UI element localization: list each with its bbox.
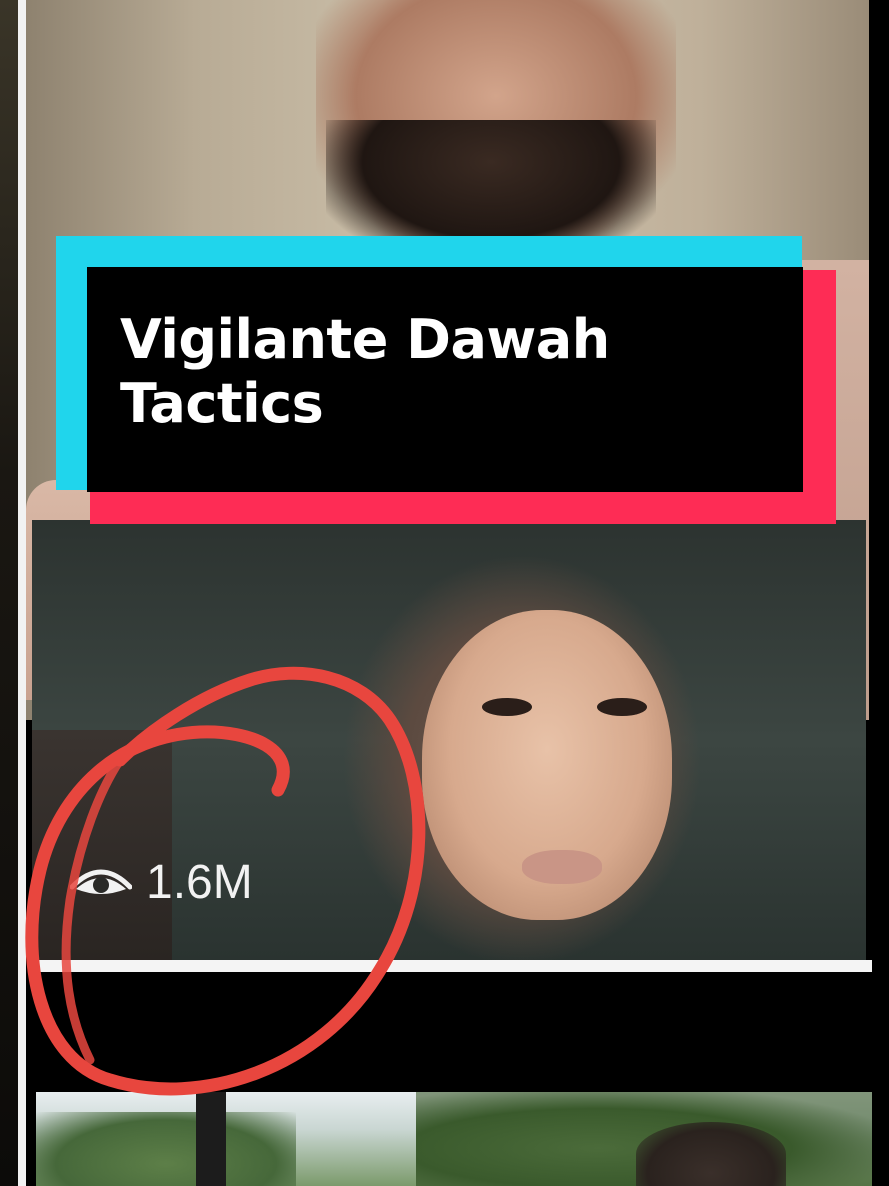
lips	[522, 850, 602, 884]
left-eye	[482, 698, 532, 716]
person-head	[636, 1122, 786, 1186]
video-title-line-1: Vigilante Dawah	[120, 308, 610, 371]
lamp-pole	[196, 1092, 226, 1186]
title-card: Vigilante Dawah Tactics	[56, 236, 836, 524]
divider-line	[32, 960, 872, 972]
view-count-label: 1.6M	[146, 856, 253, 909]
left-border	[18, 0, 26, 1186]
bottom-video-clip	[36, 1092, 872, 1186]
video-title: Vigilante Dawah Tactics	[120, 308, 760, 436]
right-eye	[597, 698, 647, 716]
eye-icon	[70, 869, 132, 894]
video-frame	[0, 0, 889, 1186]
thumbnail-left-panel	[32, 730, 172, 960]
black-band	[32, 972, 872, 1092]
view-count: 1.6M	[70, 855, 253, 910]
video-title-line-2: Tactics	[120, 372, 324, 435]
trees-left	[36, 1112, 296, 1186]
